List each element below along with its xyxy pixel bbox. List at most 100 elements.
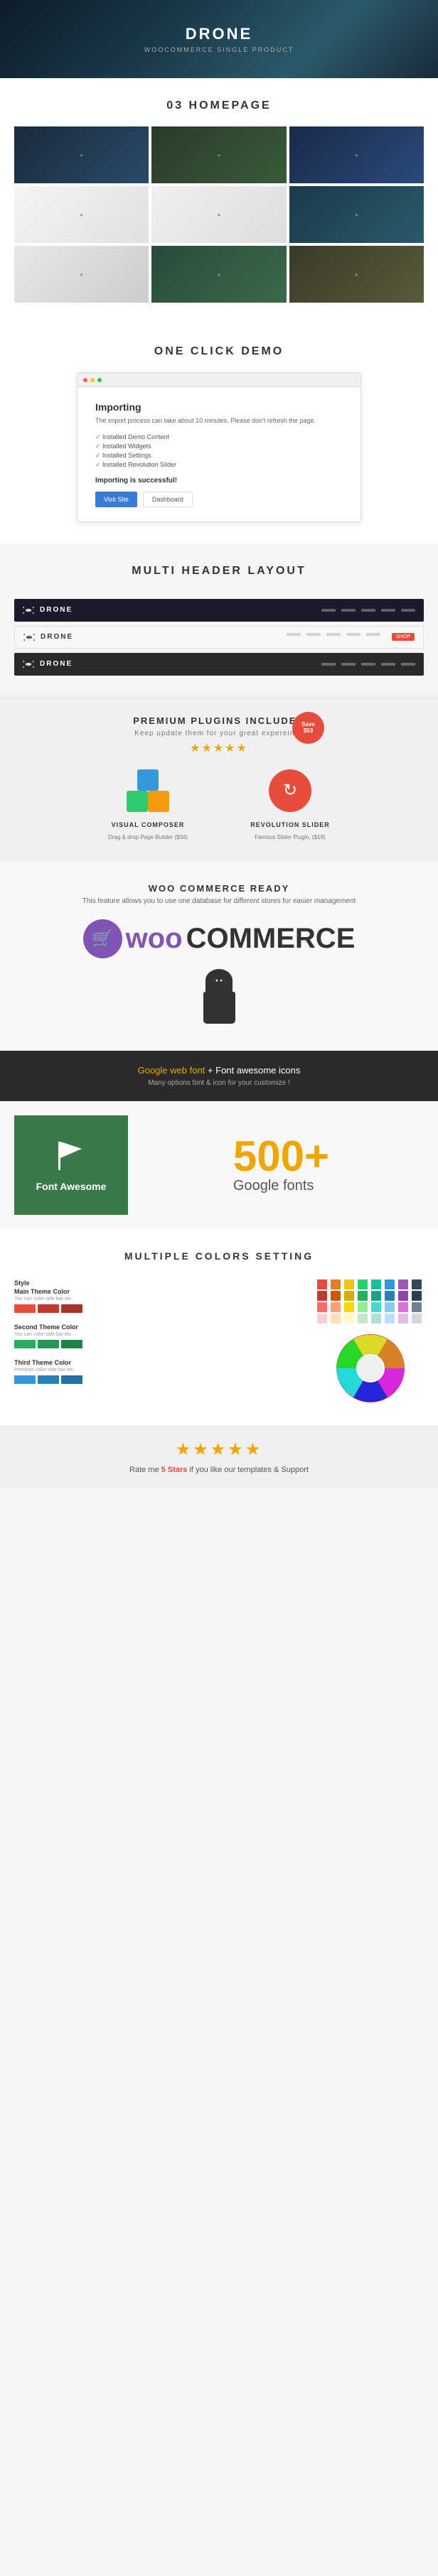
color-cell[interactable]	[371, 1279, 381, 1289]
color-cell[interactable]	[385, 1314, 395, 1324]
color-spectrum-container	[335, 1333, 406, 1404]
color-second-label: Second Theme Color	[14, 1324, 303, 1331]
color-cell[interactable]	[385, 1279, 395, 1289]
rating-link[interactable]: 5 Stars	[161, 1466, 188, 1474]
color-cell[interactable]	[412, 1279, 422, 1289]
color-cell[interactable]	[317, 1279, 327, 1289]
rating-stars: ★★★★★	[14, 1439, 424, 1460]
color-cell[interactable]	[412, 1302, 422, 1312]
color-cell[interactable]	[371, 1291, 381, 1301]
swatch-darkgreen[interactable]	[38, 1340, 59, 1348]
dark-header-preview: DRONE	[14, 599, 424, 622]
color-cell[interactable]	[358, 1279, 368, 1289]
thumb-4: ●	[14, 186, 149, 243]
rating-text: Rate me 5 Stars if you like our template…	[14, 1466, 424, 1474]
visit-site-button[interactable]: Visit Site	[95, 492, 137, 507]
thumb-8: ●	[151, 246, 286, 303]
colors-section: MULTIPLE COLORS SETTING Style Main Theme…	[0, 1229, 438, 1425]
color-cell[interactable]	[398, 1291, 408, 1301]
thumb-2: ●	[151, 126, 286, 183]
swatch-darkblue[interactable]	[38, 1375, 59, 1384]
swatch-darkergreen[interactable]	[61, 1340, 82, 1348]
hero-content: DRONE WOOCOMMERCE SINGLE PRODUCT	[144, 25, 294, 53]
homepage-grid: ● ● ● ● ● ●	[0, 126, 438, 317]
rev-name: REVOLUTION SLIDER	[250, 821, 330, 828]
color-cell[interactable]	[385, 1302, 395, 1312]
dark-header-logo: DRONE	[40, 606, 73, 614]
swatch-darkred[interactable]	[38, 1304, 59, 1313]
color-option-style: Style Main Theme Color You can color sid…	[14, 1279, 303, 1313]
swatch-blue[interactable]	[14, 1375, 36, 1384]
rating-section: ★★★★★ Rate me 5 Stars if you like our te…	[0, 1425, 438, 1488]
color-cell[interactable]	[331, 1291, 341, 1301]
dashboard-button[interactable]: Dashboard	[143, 492, 193, 507]
window-titlebar	[78, 373, 360, 387]
dark-header-nav	[321, 609, 415, 612]
woo-cart-icon: 🛒	[83, 919, 122, 958]
color-cell[interactable]	[358, 1314, 368, 1324]
ninja-body	[203, 992, 235, 1024]
woo-text: woo	[126, 923, 183, 955]
color-cell[interactable]	[398, 1314, 408, 1324]
woo-section: WOO COMMERCE READY This feature allows y…	[0, 862, 438, 1051]
color-cell[interactable]	[371, 1302, 381, 1312]
gf-plus: +	[304, 1132, 329, 1180]
color-cell[interactable]	[331, 1314, 341, 1324]
color-cell[interactable]	[358, 1291, 368, 1301]
font-title: Google web font + Font awesome icons	[14, 1065, 424, 1076]
color-main-swatches	[14, 1304, 303, 1313]
color-cell[interactable]	[317, 1302, 327, 1312]
header-red-button: SHOP	[392, 633, 415, 641]
swatch-red[interactable]	[14, 1304, 36, 1313]
woo-logo: 🛒 woo COMMERCE	[14, 919, 424, 958]
color-cell[interactable]	[385, 1291, 395, 1301]
header-layout-title: MULTI HEADER LAYOUT	[0, 543, 438, 592]
color-cell[interactable]	[317, 1291, 327, 1301]
color-cell[interactable]	[331, 1302, 341, 1312]
color-third-desc: Premium color side bar etc.	[14, 1368, 303, 1373]
color-third-label: Third Theme Color	[14, 1359, 303, 1366]
window-close-dot	[83, 378, 87, 382]
hero-subtitle: WOOCOMMERCE SINGLE PRODUCT	[144, 46, 294, 53]
window-content: Importing The import process can take ab…	[78, 387, 360, 521]
color-cell[interactable]	[344, 1314, 354, 1324]
color-cell[interactable]	[331, 1279, 341, 1289]
thumb-7: ●	[14, 246, 149, 303]
step-3: Installed Settings	[95, 451, 343, 460]
color-cell[interactable]	[358, 1302, 368, 1312]
homepage-section: 03 HOMEPAGE ● ● ● ● ●	[0, 78, 438, 317]
color-main-desc: You can color side bar etc.	[14, 1297, 303, 1301]
plugins-grid: VISUAL COMPOSER Drag & drop Page Builder…	[84, 766, 354, 840]
importing-title: Importing	[95, 401, 343, 413]
vc-cube-yellow	[148, 791, 169, 812]
gf-number: 500	[233, 1132, 304, 1180]
color-cell[interactable]	[398, 1302, 408, 1312]
color-cell[interactable]	[344, 1302, 354, 1312]
demo-window: Importing The import process can take ab…	[77, 372, 361, 522]
color-cell[interactable]	[371, 1314, 381, 1324]
light-header-preview: DRONE SHOP	[14, 626, 424, 649]
vc-name: VISUAL COMPOSER	[112, 821, 185, 828]
plugins-section: PREMIUM PLUGINS INCLUDED Save $53 Keep u…	[0, 694, 438, 862]
color-cell[interactable]	[398, 1279, 408, 1289]
color-cell[interactable]	[344, 1279, 354, 1289]
color-style-label: Style	[14, 1279, 303, 1287]
color-option-third: Third Theme Color Premium color side bar…	[14, 1359, 303, 1384]
hero-section: DRONE WOOCOMMERCE SINGLE PRODUCT	[0, 0, 438, 78]
thumb-3: ●	[289, 126, 424, 183]
font-section: Google web font + Font awesome icons Man…	[0, 1051, 438, 1101]
ninja-container: • •	[14, 969, 424, 1029]
swatch-darkerblue[interactable]	[61, 1375, 82, 1384]
color-cell[interactable]	[412, 1291, 422, 1301]
color-option-second: Second Theme Color You can color side ba…	[14, 1324, 303, 1348]
color-cell[interactable]	[317, 1314, 327, 1324]
homepage-section-title: 03 HOMEPAGE	[0, 78, 438, 126]
swatch-darkerred[interactable]	[61, 1304, 82, 1313]
demo-buttons: Visit Site Dashboard	[95, 492, 343, 507]
color-cell[interactable]	[344, 1291, 354, 1301]
color-spectrum-svg[interactable]	[335, 1333, 406, 1404]
step-1: Installed Demo Content	[95, 433, 343, 442]
window-maximize-dot	[97, 378, 102, 382]
swatch-green[interactable]	[14, 1340, 36, 1348]
color-cell[interactable]	[412, 1314, 422, 1324]
